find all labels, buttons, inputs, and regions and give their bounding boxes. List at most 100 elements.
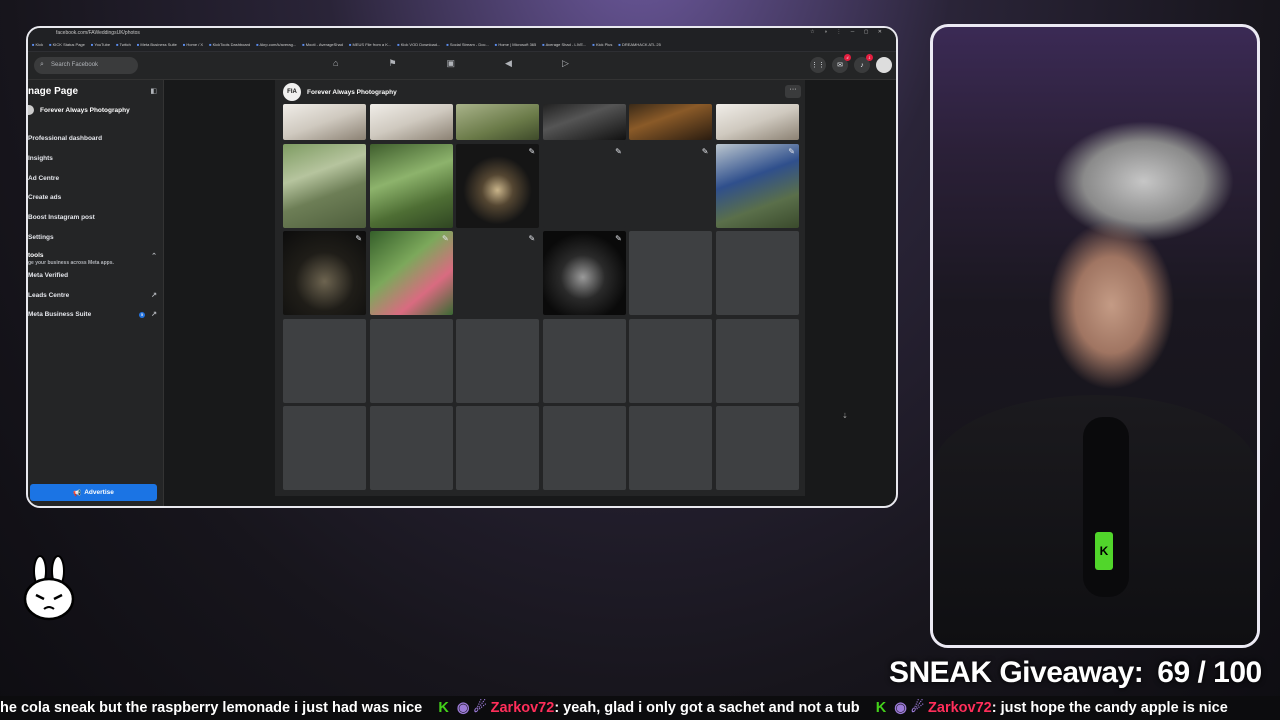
search-icon: ⌕ xyxy=(40,61,44,68)
meta-business-suite-label: Meta Business Suite xyxy=(28,311,92,319)
photo-tile[interactable] xyxy=(715,104,799,140)
photo-tile[interactable]: ✎ xyxy=(629,143,713,228)
photo-tile[interactable] xyxy=(542,104,626,140)
edit-pencil-icon[interactable]: ✎ xyxy=(788,147,795,156)
sidebar-item-insights[interactable]: Insights xyxy=(28,149,163,169)
bookmark-item[interactable]: Mooti - AverageShad xyxy=(302,42,343,51)
address-bar[interactable]: facebook.com/FAWeddingsUK/photos xyxy=(56,30,140,36)
photo-placeholder xyxy=(369,406,453,490)
kick-badge-icon: K xyxy=(426,700,449,716)
bookmark-item[interactable]: Meta Business Suite xyxy=(137,42,176,51)
photo-tile[interactable]: ✎ xyxy=(283,231,367,315)
megaphone-icon[interactable]: ◀ xyxy=(505,58,512,69)
sidebar-item-meta-business-suite[interactable]: Meta Business Suite 5 ↗ xyxy=(28,305,163,325)
bookmark-item[interactable]: Social Stream - Doc... xyxy=(446,42,489,51)
bookmark-item[interactable]: KICK Status Page xyxy=(49,42,85,51)
photo-tile[interactable] xyxy=(369,104,453,140)
search-placeholder: Search Facebook xyxy=(51,62,99,68)
sidebar-menu: Professional dashboard Insights Ad Centr… xyxy=(28,129,163,248)
bookmark-item[interactable]: Kick xyxy=(32,42,44,51)
edit-pencil-icon[interactable]: ✎ xyxy=(615,234,622,243)
advertise-button[interactable]: 📢 Advertise xyxy=(30,484,157,501)
ticker-message: : just hope the candy apple is nice xyxy=(991,700,1228,716)
emote-icon: ◉ ☄ xyxy=(890,700,924,716)
edit-pencil-icon[interactable]: ✎ xyxy=(529,147,536,156)
sidebar-item-ad-centre[interactable]: Ad Centre xyxy=(28,169,163,189)
edit-pencil-icon[interactable]: ✎ xyxy=(529,234,536,243)
home-icon[interactable]: ⌂ xyxy=(333,58,338,69)
search-input[interactable]: ⌕ Search Facebook xyxy=(34,57,138,74)
photo-tile[interactable]: ✎ xyxy=(715,143,799,228)
leads-centre-label: Leads Centre xyxy=(28,291,70,299)
photo-placeholder xyxy=(715,231,799,315)
chevron-up-icon[interactable]: ⌃ xyxy=(151,252,157,260)
sidebar-item-leads-centre[interactable]: Leads Centre ↗ xyxy=(28,286,163,306)
menu-grid-icon[interactable]: ⋮⋮ xyxy=(810,57,826,73)
bookmark-item[interactable]: Home | Microsoft 365 xyxy=(495,42,536,51)
bookmark-item[interactable]: YouTube xyxy=(91,42,110,51)
main-nav: ⌂ ⚑ ▣ ◀ ▷ xyxy=(333,58,569,69)
edit-pencil-icon[interactable]: ✎ xyxy=(355,234,362,243)
photo-tile[interactable]: ✎ xyxy=(456,231,540,315)
chat-ticker: he cola sneak but the raspberry lemonade… xyxy=(0,696,1280,720)
ticker-message: he cola sneak but the raspberry lemonade… xyxy=(0,700,423,716)
photo-tile[interactable]: ✎ xyxy=(369,231,453,315)
messenger-icon[interactable]: ✉ 4 xyxy=(832,54,851,73)
photo-tile[interactable] xyxy=(283,143,367,228)
messenger-badge: 4 xyxy=(844,54,851,61)
sidebar-item-meta-verified[interactable]: Meta Verified xyxy=(28,266,163,286)
bookmark-item[interactable]: Average Shad - LIVE... xyxy=(542,42,587,51)
photo-tile[interactable]: ✎ xyxy=(456,143,540,228)
photo-placeholder xyxy=(629,231,713,315)
photo-tile[interactable]: ✎ xyxy=(542,143,626,228)
sidebar-item-boost-instagram[interactable]: Boost Instagram post xyxy=(28,208,163,228)
mouse-cursor-icon: ⇣ xyxy=(842,413,848,420)
bookmark-item[interactable]: Twitch xyxy=(116,42,131,51)
photo-tile[interactable]: ✎ xyxy=(542,231,626,315)
page-logo[interactable]: FIA xyxy=(283,83,301,101)
collapse-sidebar-icon[interactable]: ◧ xyxy=(150,87,157,95)
photo-placeholder xyxy=(715,406,799,490)
bookmark-item[interactable]: Kick Plus xyxy=(592,42,612,51)
bunny-logo-icon xyxy=(23,555,75,621)
tools-section-header[interactable]: tools ⌃ ge your business across Meta app… xyxy=(28,252,163,266)
photo-tile[interactable] xyxy=(283,104,367,140)
bookmark-item[interactable]: Kick VOD Download... xyxy=(397,42,441,51)
bookmark-item[interactable]: MEUS File from a K... xyxy=(349,42,392,51)
photo-row xyxy=(283,104,799,140)
sidebar-item-settings[interactable]: Settings xyxy=(28,228,163,248)
bookmark-item[interactable]: Akrp.com/k/averag... xyxy=(256,42,297,51)
photo-tile[interactable] xyxy=(456,104,540,140)
meta-verified-label: Meta Verified xyxy=(28,271,69,279)
manage-page-sidebar: nage Page ◧ Forever Always Photography P… xyxy=(28,80,164,506)
photo-placeholder xyxy=(542,406,626,490)
photo-grid: ✎ ✎ ✎ ✎ ✎ ✎ ✎ ✎ xyxy=(283,104,799,494)
edit-pencil-icon[interactable]: ✎ xyxy=(615,147,622,156)
browser-toolbar: facebook.com/FAWeddingsUK/photos ☆ ◑ ⋮ ─… xyxy=(28,28,896,52)
page-name[interactable]: Forever Always Photography xyxy=(307,89,397,96)
bookmark-item[interactable]: KickTools Dashboard xyxy=(209,42,251,51)
notification-count-badge: 5 xyxy=(139,312,145,319)
kick-logo-icon: K xyxy=(1095,532,1113,570)
notifications-badge: 1 xyxy=(866,54,873,61)
profile-avatar[interactable] xyxy=(876,57,892,73)
sidebar-item-professional-dashboard[interactable]: Professional dashboard xyxy=(28,129,163,149)
window-controls[interactable]: ☆ ◑ ⋮ ─ ▢ ✕ xyxy=(810,29,886,35)
megaphone-icon: 📢 xyxy=(73,489,82,497)
more-options-button[interactable]: ··· xyxy=(785,85,801,98)
bookmark-item[interactable]: Home / X xyxy=(183,42,203,51)
notifications-icon[interactable]: ♪ 1 xyxy=(854,54,873,73)
photo-tile[interactable] xyxy=(369,143,453,228)
video-icon[interactable]: ▷ xyxy=(562,58,569,69)
emote-icon: ◉ ☄ xyxy=(452,700,487,716)
edit-pencil-icon[interactable]: ✎ xyxy=(442,234,449,243)
giveaway-count: 69 / 100 xyxy=(1157,656,1262,689)
sidebar-page-switcher[interactable]: Forever Always Photography xyxy=(28,105,163,115)
photo-tile[interactable] xyxy=(629,104,713,140)
bookmark-item[interactable]: DREAMHACK ATL 25 xyxy=(618,42,661,51)
flag-icon[interactable]: ⚑ xyxy=(388,58,396,69)
edit-pencil-icon[interactable]: ✎ xyxy=(702,147,709,156)
sidebar-item-create-ads[interactable]: Create ads xyxy=(28,188,163,208)
giveaway-label: SNEAK Giveaway: xyxy=(889,656,1144,689)
marketplace-icon[interactable]: ▣ xyxy=(447,58,456,69)
